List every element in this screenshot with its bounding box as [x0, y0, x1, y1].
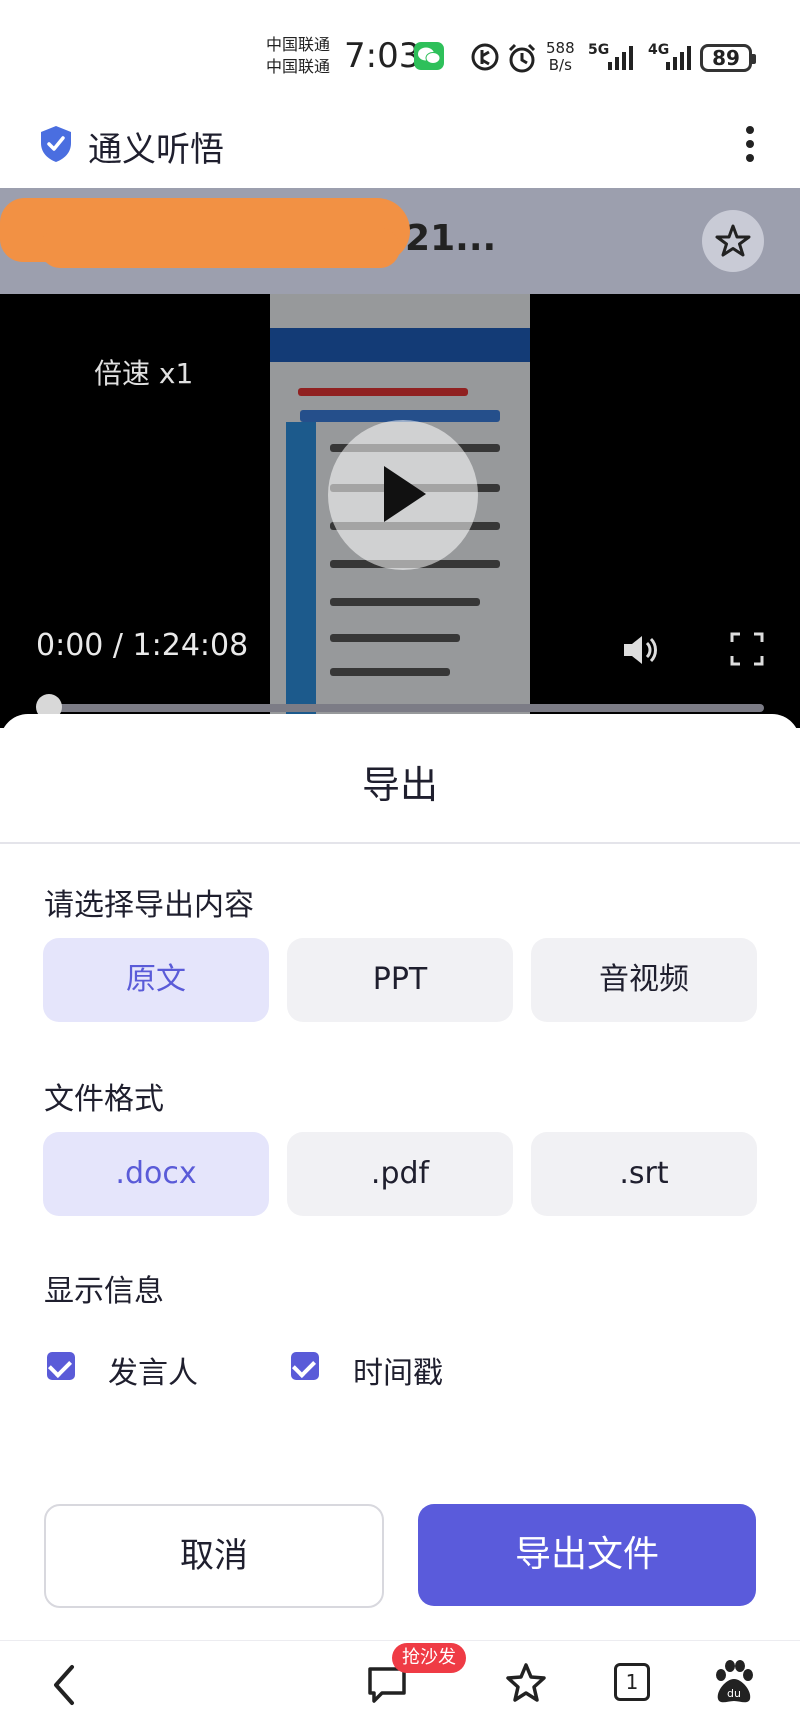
- cancel-button[interactable]: 取消: [44, 1504, 384, 1608]
- timestamp-checkbox[interactable]: [291, 1352, 319, 1380]
- check-icon: [47, 1353, 73, 1379]
- format-section-label: 文件格式: [44, 1082, 164, 1117]
- wechat-icon: [414, 42, 444, 70]
- signal-bars-2-icon: [666, 46, 691, 70]
- play-button[interactable]: [328, 420, 478, 570]
- baidu-paw-icon[interactable]: du: [712, 1659, 756, 1705]
- format-option-pdf[interactable]: .pdf: [287, 1132, 513, 1216]
- video-title-bar: 521...: [0, 188, 800, 294]
- star-icon: [715, 224, 751, 257]
- bookmark-star-icon[interactable]: [504, 1661, 548, 1705]
- playback-speed[interactable]: 倍速 x1: [94, 352, 193, 392]
- speaker-label[interactable]: 发言人: [108, 1348, 198, 1392]
- format-option-docx[interactable]: .docx: [43, 1132, 269, 1216]
- export-file-button[interactable]: 导出文件: [418, 1504, 756, 1606]
- shield-check-icon: [41, 126, 71, 162]
- content-section-label: 请选择导出内容: [44, 888, 254, 923]
- app-title: 通义听悟: [88, 130, 224, 170]
- carrier-2: 中国联通: [266, 57, 331, 76]
- divider: [0, 842, 800, 844]
- data-saver-icon: [471, 43, 499, 71]
- tab-count-button[interactable]: 1: [614, 1663, 650, 1701]
- format-option-srt[interactable]: .srt: [531, 1132, 757, 1216]
- more-options-icon[interactable]: [740, 120, 760, 168]
- battery-indicator: 89: [700, 44, 756, 72]
- network-speed-value: 588: [546, 39, 575, 57]
- video-player[interactable]: 521... 倍速 x1 0:00 / 1:24:08: [0, 188, 800, 728]
- redaction-mark: [40, 228, 400, 268]
- carrier-1: 中国联通: [266, 35, 331, 54]
- network-speed-unit: B/s: [548, 56, 572, 74]
- speaker-checkbox[interactable]: [47, 1352, 75, 1380]
- content-option-ppt[interactable]: PPT: [287, 938, 513, 1022]
- status-bar: 中国联通 中国联通 7:03 588 B/s 5G 4G 89: [0, 0, 800, 100]
- network-speed: 588 B/s: [546, 40, 575, 74]
- timestamp-label[interactable]: 时间戳: [353, 1348, 443, 1392]
- play-icon: [384, 466, 426, 522]
- app-header: 通义听悟: [0, 100, 800, 188]
- clock: 7:03: [344, 36, 421, 76]
- signal-bars-1-icon: [608, 46, 633, 70]
- browser-back-icon[interactable]: [48, 1661, 80, 1709]
- favorite-button[interactable]: [702, 210, 764, 272]
- fullscreen-icon[interactable]: [730, 632, 764, 666]
- content-option-av[interactable]: 音视频: [531, 938, 757, 1022]
- sheet-title: 导出: [361, 763, 438, 807]
- progress-track[interactable]: [40, 704, 764, 712]
- carrier-names: 中国联通 中国联通: [266, 34, 330, 78]
- svg-text:du: du: [727, 1687, 741, 1700]
- playback-time: 0:00 / 1:24:08: [36, 628, 249, 663]
- check-icon: [291, 1353, 317, 1379]
- alarm-icon: [508, 43, 536, 73]
- browser-bottom-bar: 抢沙发 1 du: [0, 1640, 800, 1734]
- comment-badge: 抢沙发: [392, 1643, 466, 1673]
- content-option-original[interactable]: 原文: [43, 938, 269, 1022]
- display-section-label: 显示信息: [44, 1274, 164, 1309]
- export-sheet: 导出 请选择导出内容 原文 PPT 音视频 文件格式 .docx .pdf .s…: [0, 714, 800, 1640]
- volume-icon[interactable]: [620, 632, 660, 668]
